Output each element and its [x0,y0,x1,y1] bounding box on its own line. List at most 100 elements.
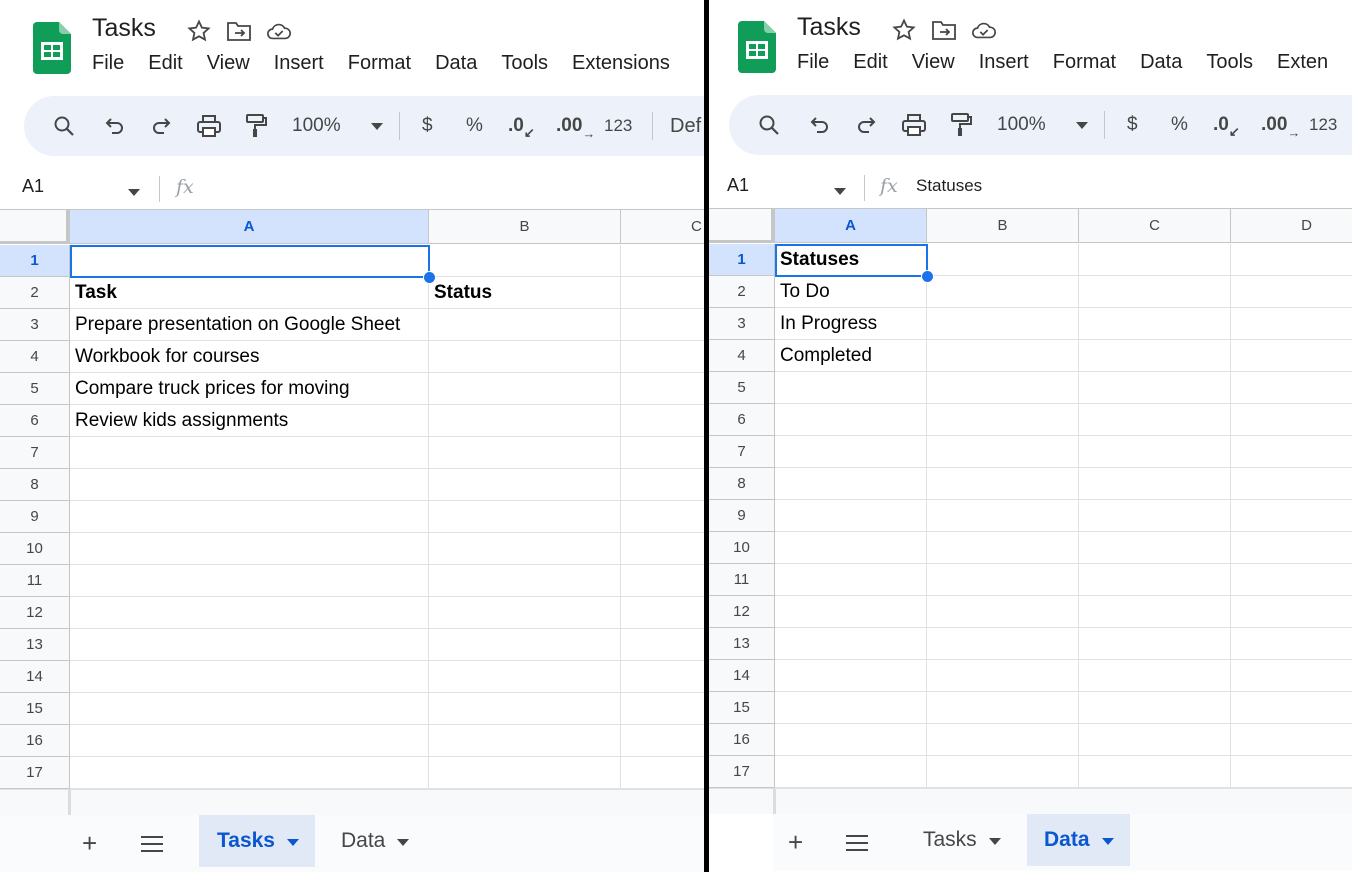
percent-format-button[interactable]: % [1171,95,1188,155]
menu-edit[interactable]: Edit [148,52,182,75]
menu-insert[interactable]: Insert [979,51,1029,74]
decrease-decimal-button[interactable]: .0 ↙ [508,96,535,156]
cell-a14[interactable] [775,660,927,692]
paint-format-icon[interactable] [244,96,268,156]
cell-c10[interactable] [1079,532,1231,564]
cell-b7[interactable] [429,437,621,469]
menu-file[interactable]: File [92,52,124,75]
horizontal-scrollbar[interactable] [0,789,704,816]
cell-b11[interactable] [429,565,621,597]
cell-a12[interactable] [70,597,429,629]
cell-a5[interactable]: Compare truck prices for moving [70,373,429,405]
horizontal-scrollbar[interactable] [709,788,1352,815]
row-header-8[interactable]: 8 [0,469,70,501]
cell-c17[interactable] [1079,756,1231,788]
row-header-7[interactable]: 7 [709,436,775,468]
search-icon[interactable] [52,96,76,156]
cell-a10[interactable] [775,532,927,564]
cell-c2[interactable] [1079,276,1231,308]
column-header-b[interactable]: B [927,209,1079,243]
cell-c4[interactable] [621,341,704,373]
menu-format[interactable]: Format [1053,51,1116,74]
row-header-14[interactable]: 14 [709,660,775,692]
cell-b4[interactable] [927,340,1079,372]
decrease-decimal-button[interactable]: .0 ↙ [1213,95,1240,155]
sheets-logo-icon[interactable] [33,22,71,79]
cell-a2[interactable]: To Do [775,276,927,308]
paint-format-icon[interactable] [949,95,973,155]
row-header-16[interactable]: 16 [0,725,70,757]
select-all-corner[interactable] [709,209,775,243]
cell-d15[interactable] [1231,692,1352,724]
cell-d8[interactable] [1231,468,1352,500]
row-header-17[interactable]: 17 [0,757,70,789]
sheet-tab-tasks[interactable]: Tasks [199,815,315,867]
sheet-tab-tasks[interactable]: Tasks [905,814,1017,866]
cell-b1[interactable] [429,245,621,277]
cell-c14[interactable] [1079,660,1231,692]
more-formats-button[interactable]: 123 [1309,95,1337,155]
all-sheets-icon[interactable] [140,835,164,858]
cell-b9[interactable] [429,501,621,533]
cell-a11[interactable] [70,565,429,597]
fill-handle[interactable] [921,270,934,283]
cell-b15[interactable] [429,693,621,725]
cell-a16[interactable] [775,724,927,756]
cell-c1[interactable] [621,245,704,277]
row-header-14[interactable]: 14 [0,661,70,693]
column-header-b[interactable]: B [429,210,621,244]
cell-c9[interactable] [621,501,704,533]
cell-c13[interactable] [621,629,704,661]
cell-c13[interactable] [1079,628,1231,660]
fill-handle[interactable] [423,271,436,284]
search-icon[interactable] [757,95,781,155]
cell-c5[interactable] [621,373,704,405]
cell-d9[interactable] [1231,500,1352,532]
cell-d5[interactable] [1231,372,1352,404]
row-header-11[interactable]: 11 [709,564,775,596]
cell-c7[interactable] [1079,436,1231,468]
row-header-13[interactable]: 13 [709,628,775,660]
cell-d17[interactable] [1231,756,1352,788]
cell-a17[interactable] [70,757,429,789]
cell-d11[interactable] [1231,564,1352,596]
cell-c12[interactable] [1079,596,1231,628]
cell-c8[interactable] [1079,468,1231,500]
cell-d12[interactable] [1231,596,1352,628]
increase-decimal-button[interactable]: .00 → [556,96,595,156]
percent-format-button[interactable]: % [466,96,483,156]
cell-d13[interactable] [1231,628,1352,660]
row-header-9[interactable]: 9 [709,500,775,532]
cell-b16[interactable] [927,724,1079,756]
cell-b8[interactable] [429,469,621,501]
row-header-15[interactable]: 15 [0,693,70,725]
move-folder-icon[interactable] [226,18,252,44]
cell-b13[interactable] [927,628,1079,660]
zoom-select[interactable]: 100% [997,95,1088,155]
cell-a13[interactable] [775,628,927,660]
cell-a3[interactable]: In Progress [775,308,927,340]
cloud-saved-icon[interactable] [266,18,292,44]
menu-data[interactable]: Data [435,52,477,75]
cell-c6[interactable] [621,405,704,437]
print-icon[interactable] [196,96,222,156]
cell-a10[interactable] [70,533,429,565]
cell-c2[interactable] [621,277,704,309]
select-all-corner[interactable] [0,210,70,244]
formula-input[interactable]: Statuses [916,176,982,196]
cell-b17[interactable] [927,756,1079,788]
cell-b15[interactable] [927,692,1079,724]
cell-b2[interactable]: Status [429,277,621,309]
cell-c10[interactable] [621,533,704,565]
cell-c12[interactable] [621,597,704,629]
cell-c15[interactable] [621,693,704,725]
cell-b10[interactable] [927,532,1079,564]
cell-b9[interactable] [927,500,1079,532]
cell-a2[interactable]: Task [70,277,429,309]
row-header-6[interactable]: 6 [0,405,70,437]
cell-a17[interactable] [775,756,927,788]
row-header-9[interactable]: 9 [0,501,70,533]
cell-c9[interactable] [1079,500,1231,532]
cell-b8[interactable] [927,468,1079,500]
cell-b2[interactable] [927,276,1079,308]
